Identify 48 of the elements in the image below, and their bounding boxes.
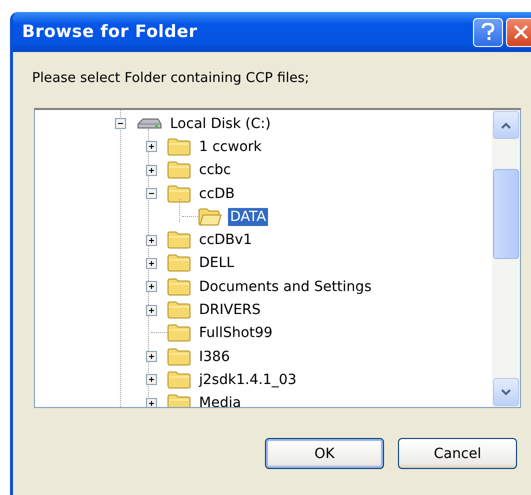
folder-icon — [167, 231, 191, 250]
help-icon — [480, 23, 496, 41]
folder-icon — [167, 278, 191, 296]
expand-icon[interactable] — [146, 258, 157, 269]
tree-item[interactable]: ccDBv1 — [197, 231, 254, 250]
folder-icon — [167, 254, 191, 272]
close-icon — [513, 24, 529, 40]
collapse-icon[interactable] — [115, 118, 126, 130]
folder-icon — [167, 161, 191, 180]
expand-icon[interactable] — [146, 141, 157, 152]
tree-item[interactable]: ccDB — [197, 184, 237, 203]
window-title: Browse for Folder — [22, 22, 198, 42]
scrollbar[interactable] — [492, 110, 520, 407]
expand-icon[interactable] — [146, 351, 157, 362]
tree-item[interactable]: DELL — [197, 254, 236, 272]
close-button[interactable] — [506, 18, 531, 46]
tree-item[interactable]: FullShot99 — [197, 324, 275, 342]
tree-item[interactable]: DATA — [228, 208, 268, 226]
tree-item[interactable]: DRIVERS — [197, 301, 263, 320]
cancel-button[interactable]: Cancel — [398, 438, 517, 469]
expand-icon[interactable] — [146, 164, 157, 176]
folder-icon — [167, 370, 191, 389]
folder-icon — [167, 324, 191, 342]
folder-icon — [167, 348, 191, 366]
tree-item[interactable]: I386 — [197, 348, 232, 366]
scroll-down-button[interactable] — [493, 378, 519, 406]
folder-icon — [167, 394, 191, 407]
expand-icon[interactable] — [146, 398, 157, 407]
scroll-thumb[interactable] — [493, 169, 519, 259]
tree-item[interactable]: Documents and Settings — [197, 278, 374, 296]
expand-icon[interactable] — [146, 374, 157, 386]
ok-button[interactable]: OK — [265, 438, 384, 469]
tree-item[interactable]: j2sdk1.4.1_03 — [197, 370, 299, 389]
prompt-text: Please select Folder containing CCP files; — [32, 70, 310, 88]
folder-icon — [167, 138, 191, 156]
tree-item[interactable]: ccbc — [197, 161, 233, 180]
expand-icon[interactable] — [146, 304, 157, 316]
tree-item[interactable]: Local Disk (C:) — [168, 114, 273, 133]
help-button[interactable] — [473, 18, 503, 46]
scroll-up-button[interactable] — [493, 111, 519, 139]
tree-item[interactable]: 1 ccwork — [197, 138, 264, 156]
folder-icon — [198, 208, 222, 226]
expand-icon[interactable] — [146, 234, 157, 246]
tree-item[interactable]: Media — [197, 394, 244, 407]
expand-icon[interactable] — [146, 281, 157, 292]
collapse-icon[interactable] — [146, 188, 157, 200]
folder-icon — [167, 184, 191, 203]
folder-icon — [167, 301, 191, 320]
